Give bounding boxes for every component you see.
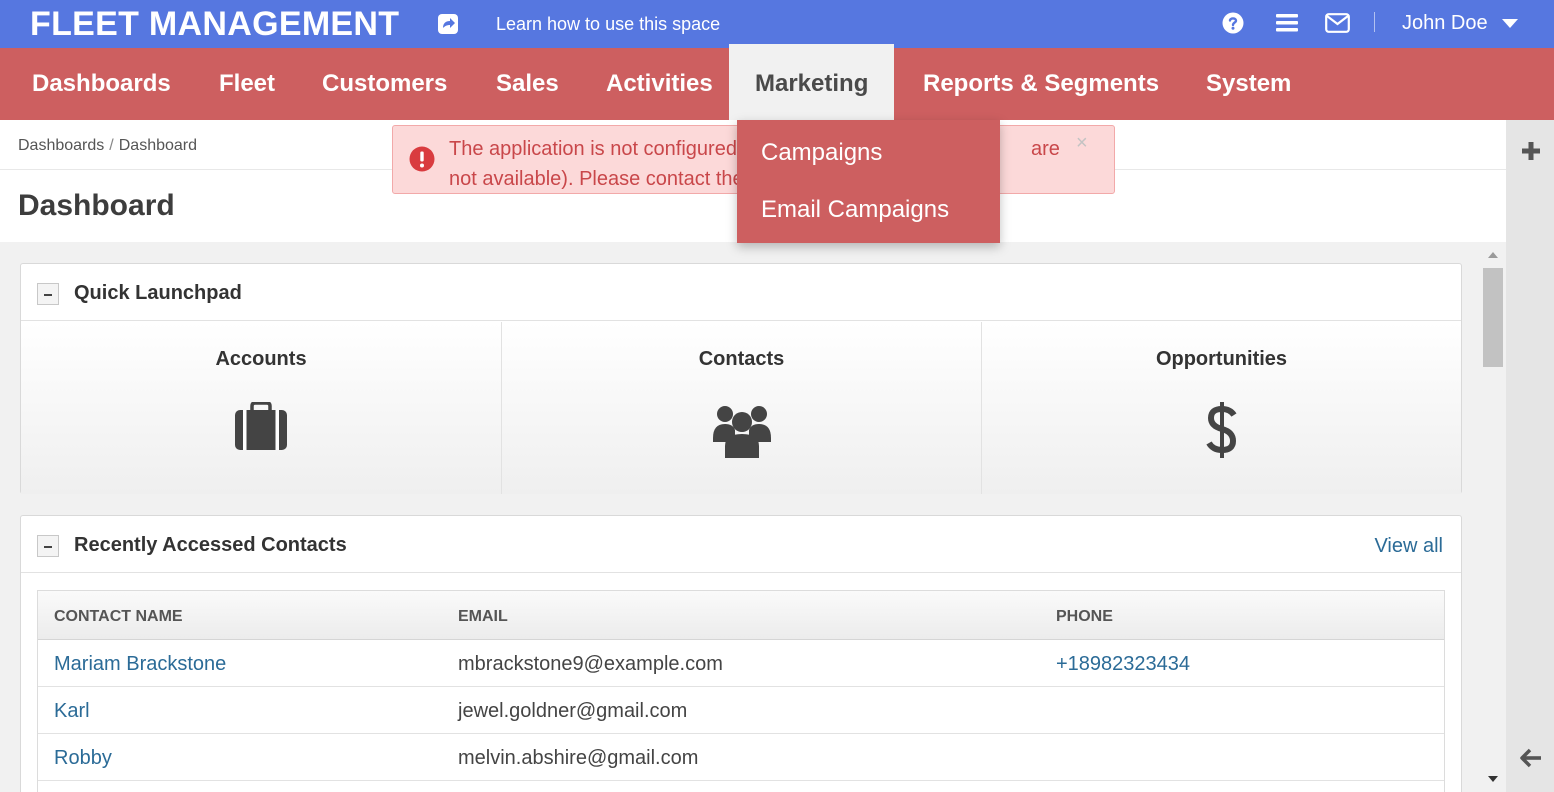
contact-email: jewel.goldner@gmail.com bbox=[458, 700, 688, 722]
contact-name-link[interactable]: Karl bbox=[54, 700, 90, 723]
collapse-button[interactable] bbox=[37, 535, 59, 557]
contact-phone-link[interactable]: +18982323434 bbox=[1056, 653, 1190, 676]
collapse-button[interactable] bbox=[37, 283, 59, 305]
nav-dashboards[interactable]: Dashboards bbox=[32, 48, 171, 120]
contact-email: mbrackstone9@example.com bbox=[458, 653, 723, 675]
dropdown-item-campaigns[interactable]: Campaigns bbox=[761, 139, 882, 167]
page-title: Dashboard bbox=[18, 189, 175, 222]
widget-title: Recently Accessed Contacts bbox=[74, 534, 347, 556]
launchpad-label: Accounts bbox=[215, 348, 307, 370]
view-all-link[interactable]: View all bbox=[1374, 535, 1443, 558]
breadcrumb: Dashboards / Dashboard bbox=[18, 137, 197, 155]
table-row[interactable]: Mariam Brackstone mbrackstone9@example.c… bbox=[38, 640, 1444, 687]
nav-activities[interactable]: Activities bbox=[606, 48, 713, 120]
app-brand[interactable]: FLEET MANAGEMENT bbox=[30, 5, 399, 44]
alert-line-1: The application is not configured bbox=[449, 138, 737, 160]
nav-system[interactable]: System bbox=[1206, 48, 1291, 120]
recent-contacts-widget: Recently Accessed Contacts View all CONT… bbox=[20, 515, 1462, 792]
launchpad-opportunities[interactable]: Opportunities bbox=[981, 322, 1461, 494]
dollar-icon bbox=[1205, 402, 1236, 458]
scrollbar[interactable] bbox=[1482, 248, 1504, 792]
mail-icon[interactable] bbox=[1325, 13, 1350, 33]
contacts-table: CONTACT NAME EMAIL PHONE Mariam Bracksto… bbox=[37, 590, 1445, 792]
contact-name-link[interactable]: Robby bbox=[54, 747, 112, 770]
nav-marketing[interactable]: Marketing bbox=[729, 44, 895, 120]
widget-title: Quick Launchpad bbox=[74, 282, 242, 304]
nav-customers[interactable]: Customers bbox=[322, 48, 447, 120]
contact-email: melvin.abshire@gmail.com bbox=[458, 747, 699, 769]
contact-name-link[interactable]: Mariam Brackstone bbox=[54, 653, 226, 676]
breadcrumb-separator: / bbox=[109, 137, 114, 154]
top-bar: FLEET MANAGEMENT Learn how to use this s… bbox=[0, 0, 1554, 48]
alert-line-1-tail: are bbox=[1031, 138, 1060, 160]
table-header: CONTACT NAME EMAIL PHONE bbox=[38, 591, 1444, 640]
menu-icon[interactable] bbox=[1276, 13, 1298, 33]
widget-header: Quick Launchpad bbox=[21, 264, 1461, 321]
scroll-up-icon[interactable] bbox=[1488, 252, 1498, 258]
launchpad-contacts[interactable]: Contacts bbox=[501, 322, 981, 494]
plus-icon[interactable] bbox=[1520, 140, 1542, 162]
share-icon[interactable] bbox=[437, 13, 459, 35]
column-header-email[interactable]: EMAIL bbox=[458, 608, 508, 626]
main-nav: Dashboards Fleet Customers Sales Activit… bbox=[0, 44, 1554, 120]
table-row[interactable]: Robby melvin.abshire@gmail.com bbox=[38, 734, 1444, 781]
launchpad-row: Accounts Contacts Opportunities bbox=[21, 322, 1461, 494]
error-icon bbox=[409, 146, 435, 172]
table-row[interactable]: Karl jewel.goldner@gmail.com bbox=[38, 687, 1444, 734]
column-header-phone[interactable]: PHONE bbox=[1056, 608, 1113, 626]
launchpad-label: Opportunities bbox=[1155, 348, 1288, 370]
breadcrumb-dashboards[interactable]: Dashboards bbox=[18, 137, 104, 154]
quick-launchpad-widget: Quick Launchpad Accounts Contacts Opport… bbox=[20, 263, 1462, 494]
learn-link[interactable]: Learn how to use this space bbox=[496, 14, 720, 35]
column-header-contact-name[interactable]: CONTACT NAME bbox=[54, 608, 183, 626]
briefcase-icon bbox=[235, 402, 287, 450]
marketing-dropdown: Campaigns Email Campaigns bbox=[737, 120, 1000, 243]
nav-reports-segments[interactable]: Reports & Segments bbox=[923, 48, 1159, 120]
launchpad-accounts[interactable]: Accounts bbox=[21, 322, 501, 494]
caret-down-icon[interactable] bbox=[1502, 19, 1518, 28]
user-menu[interactable]: John Doe bbox=[1402, 12, 1488, 35]
scroll-down-icon[interactable] bbox=[1488, 776, 1498, 782]
top-divider bbox=[1374, 12, 1375, 32]
alert-line-2: not available). Please contact the bbox=[449, 168, 744, 190]
scroll-thumb[interactable] bbox=[1483, 268, 1503, 367]
help-icon[interactable] bbox=[1222, 12, 1244, 34]
launchpad-label: Contacts bbox=[698, 348, 785, 370]
nav-fleet[interactable]: Fleet bbox=[219, 48, 275, 120]
breadcrumb-dashboard[interactable]: Dashboard bbox=[119, 137, 197, 154]
right-rail bbox=[1506, 120, 1554, 792]
alert-close-button[interactable]: × bbox=[1076, 132, 1088, 155]
dropdown-item-email-campaigns[interactable]: Email Campaigns bbox=[761, 196, 949, 224]
arrow-left-icon[interactable] bbox=[1519, 747, 1543, 769]
users-icon bbox=[712, 406, 771, 458]
nav-sales[interactable]: Sales bbox=[496, 48, 559, 120]
widget-header: Recently Accessed Contacts View all bbox=[21, 516, 1461, 573]
